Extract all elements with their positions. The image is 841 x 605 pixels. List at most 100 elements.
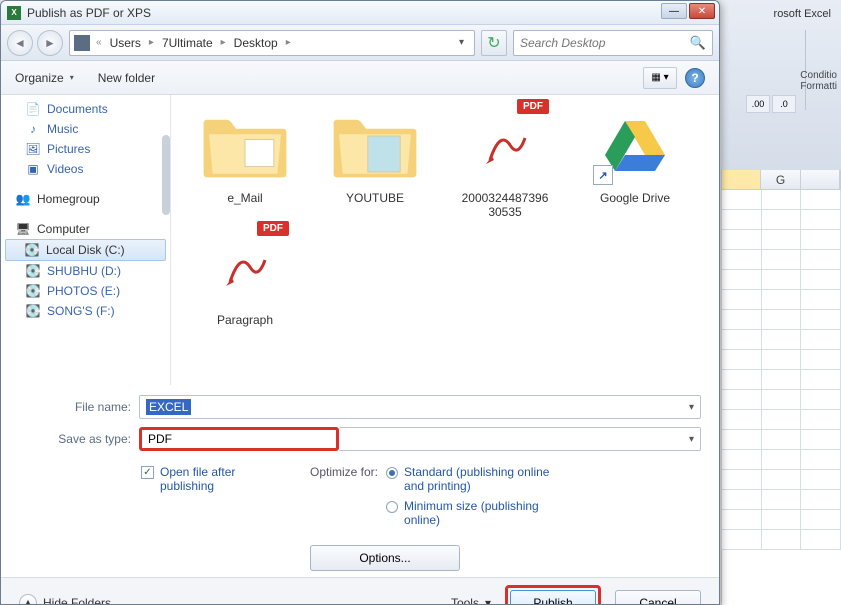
optimize-standard-radio[interactable]: Standard (publishing online and printing… [386, 465, 564, 493]
sidebar-item-homegroup[interactable]: 👥Homegroup [1, 189, 170, 209]
publish-dialog: X Publish as PDF or XPS — ✕ ◄ ► « Users … [0, 0, 720, 605]
column-header-row: G [721, 170, 841, 190]
pdf-badge: PDF [257, 221, 289, 236]
file-item-google-drive[interactable]: ↗ Google Drive [573, 103, 697, 219]
dialog-title: Publish as PDF or XPS [27, 6, 151, 20]
chevron-down-icon[interactable]: ▾ [689, 402, 694, 413]
filename-input[interactable]: EXCEL ▾ [139, 395, 701, 419]
hide-folders-button[interactable]: ▴ Hide Folders [19, 594, 111, 605]
refresh-button[interactable]: ↻ [481, 30, 507, 56]
search-icon[interactable]: 🔍 [690, 35, 706, 51]
excel-app-title: rosoft Excel [774, 8, 831, 20]
optimize-label: Optimize for: [310, 465, 378, 533]
forward-button[interactable]: ► [37, 30, 63, 56]
chevron-right-icon[interactable]: « [94, 37, 104, 48]
savetype-combo[interactable]: PDF [139, 427, 339, 451]
pictures-icon: 🖼 [25, 142, 41, 156]
navigation-bar: ◄ ► « Users ▸ 7Ultimate ▸ Desktop ▸ ▾ ↻ … [1, 25, 719, 61]
excel-icon: X [7, 6, 21, 20]
cancel-button[interactable]: Cancel [615, 590, 701, 605]
breadcrumb[interactable]: « Users ▸ 7Ultimate ▸ Desktop ▸ ▾ [69, 30, 475, 56]
folder-icon [74, 35, 90, 51]
breadcrumb-users[interactable]: Users [104, 36, 147, 50]
breadcrumb-desktop[interactable]: Desktop [228, 36, 284, 50]
decrease-decimal-button[interactable]: .0 [772, 95, 796, 113]
sidebar-item-documents[interactable]: 📄Documents [1, 99, 170, 119]
videos-icon: ▣ [25, 162, 41, 176]
file-label: Paragraph [183, 313, 307, 327]
publish-button[interactable]: Publish [510, 590, 596, 605]
publish-highlight: Publish [505, 585, 601, 605]
drive-icon: 💽 [25, 264, 41, 278]
file-item-pdf-number[interactable]: PDF 2000324487396 30535 [443, 103, 567, 219]
new-folder-button[interactable]: New folder [98, 71, 155, 85]
sidebar-item-photos-e[interactable]: 💽PHOTOS (E:) [1, 281, 170, 301]
chevron-down-icon: ▾ [485, 596, 491, 605]
chevron-right-icon[interactable]: ▸ [147, 37, 156, 48]
sidebar-item-pictures[interactable]: 🖼Pictures [1, 139, 170, 159]
pdf-icon [220, 242, 270, 292]
radio-icon [386, 467, 398, 479]
filename-label: File name: [19, 400, 139, 414]
pdf-icon [480, 120, 530, 170]
increase-decimal-button[interactable]: .00 [746, 95, 770, 113]
ribbon-group-conditional[interactable]: Conditio Formatti [800, 70, 837, 92]
view-mode-button[interactable]: ▦ ▾ [643, 67, 677, 89]
column-header-h[interactable] [801, 170, 840, 189]
search-box[interactable]: 🔍 [513, 30, 713, 56]
file-label: Google Drive [573, 191, 697, 205]
chevron-right-icon[interactable]: ▸ [284, 37, 293, 48]
file-label: e_Mail [183, 191, 307, 205]
options-area: ✓ Open file after publishing Optimize fo… [1, 465, 719, 577]
close-button[interactable]: ✕ [689, 3, 715, 19]
minimize-button[interactable]: — [661, 3, 687, 19]
shortcut-icon: ↗ [593, 165, 613, 185]
breadcrumb-dropdown[interactable]: ▾ [453, 37, 470, 48]
checkbox-icon: ✓ [141, 466, 154, 479]
chevron-right-icon[interactable]: ▸ [219, 37, 228, 48]
file-item-email[interactable]: e_Mail [183, 103, 307, 219]
sidebar-item-computer[interactable]: 🖥Computer [1, 219, 170, 239]
file-label: YOUTUBE [313, 191, 437, 205]
sidebar-item-videos[interactable]: ▣Videos [1, 159, 170, 179]
column-header-f[interactable] [722, 170, 761, 189]
music-icon: ♪ [25, 122, 41, 136]
pdf-badge: PDF [517, 99, 549, 114]
sidebar-item-local-disk-c[interactable]: 💽Local Disk (C:) [5, 239, 166, 261]
sidebar-scrollbar[interactable] [162, 135, 170, 215]
chevron-down-icon[interactable]: ▾ [689, 434, 694, 445]
savetype-label: Save as type: [19, 432, 139, 446]
organize-menu[interactable]: Organize [15, 71, 74, 85]
drive-icon: 💽 [25, 284, 41, 298]
file-list-area[interactable]: e_Mail YOUTUBE PDF 2000324487396 30535 [171, 95, 719, 385]
dialog-footer: ▴ Hide Folders Tools ▾ Publish Cancel [1, 577, 719, 605]
documents-icon: 📄 [25, 102, 41, 116]
sidebar-item-shubhu-d[interactable]: 💽SHUBHU (D:) [1, 261, 170, 281]
breadcrumb-7ultimate[interactable]: 7Ultimate [156, 36, 219, 50]
sidebar-item-music[interactable]: ♪Music [1, 119, 170, 139]
help-button[interactable]: ? [685, 68, 705, 88]
options-button[interactable]: Options... [310, 545, 460, 571]
open-after-checkbox[interactable]: ✓ Open file after publishing [141, 465, 270, 493]
tools-menu[interactable]: Tools ▾ [451, 596, 491, 605]
excel-ribbon: rosoft Excel .00 .0 Conditio Formatti [721, 0, 841, 170]
back-button[interactable]: ◄ [7, 30, 33, 56]
search-input[interactable] [520, 36, 690, 50]
column-header-g[interactable]: G [761, 170, 800, 189]
titlebar[interactable]: X Publish as PDF or XPS — ✕ [1, 1, 719, 25]
excel-background: rosoft Excel .00 .0 Conditio Formatti G [721, 0, 841, 605]
file-item-paragraph[interactable]: PDF Paragraph [183, 225, 307, 327]
optimize-minimum-radio[interactable]: Minimum size (publishing online) [386, 499, 564, 527]
savetype-value: PDF [148, 432, 172, 446]
file-item-youtube[interactable]: YOUTUBE [313, 103, 437, 219]
radio-icon [386, 501, 398, 513]
navigation-sidebar: 📄Documents ♪Music 🖼Pictures ▣Videos 👥Hom… [1, 95, 171, 385]
collapse-icon: ▴ [19, 594, 37, 605]
savetype-extend[interactable]: ▾ [339, 427, 701, 451]
drive-icon: 💽 [24, 243, 40, 257]
excel-grid: G [721, 170, 841, 550]
sidebar-item-songs-f[interactable]: 💽SONG'S (F:) [1, 301, 170, 321]
folder-icon [200, 108, 290, 182]
computer-icon: 🖥 [15, 222, 31, 236]
form-area: File name: EXCEL ▾ Save as type: PDF ▾ [1, 385, 719, 465]
